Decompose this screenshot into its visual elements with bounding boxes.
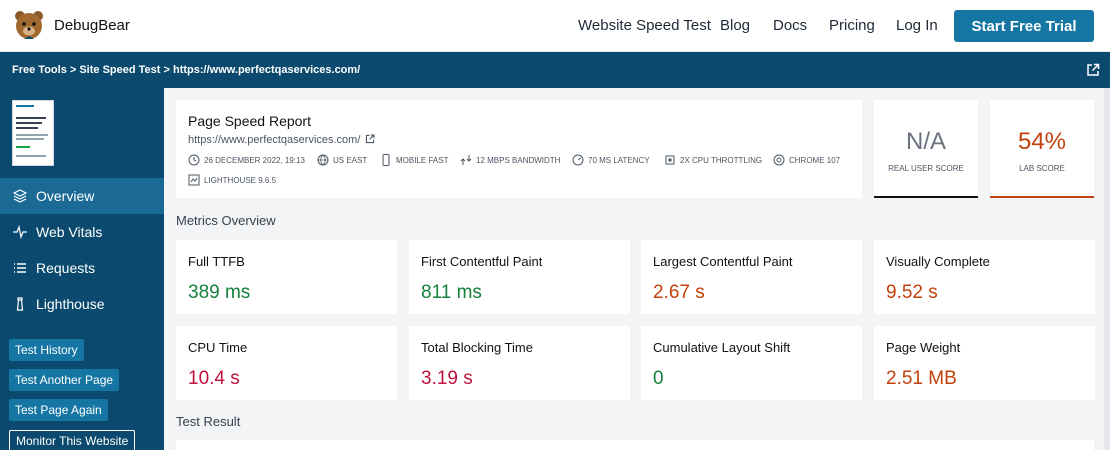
metric-card-page-weight[interactable]: Page Weight 2.51 MB	[874, 326, 1095, 400]
test-another-page-button[interactable]: Test Another Page	[9, 369, 120, 391]
breadcrumb[interactable]: Free Tools > Site Speed Test > https://w…	[12, 64, 360, 76]
external-link-icon[interactable]	[1086, 63, 1100, 77]
test-history-button[interactable]: Test History	[9, 339, 84, 361]
meta-test-date: 26 December 2022, 19:13	[188, 154, 305, 166]
nav-pricing[interactable]: Pricing	[829, 17, 875, 34]
real-user-score-value: N/A	[905, 128, 946, 155]
metric-label: Cumulative Layout Shift	[653, 340, 791, 355]
meta-cpu-throttling: 2x CPU Throttling	[664, 154, 762, 166]
report-url-text[interactable]: https://www.perfectqaservices.com/	[188, 134, 360, 146]
metric-card-cumulative-layout-shift[interactable]: Cumulative Layout Shift 0	[641, 326, 862, 400]
real-user-score-label: REAL USER SCORE	[888, 164, 964, 173]
sidebar-item-label: Lighthouse	[36, 296, 105, 312]
sidebar-item-web-vitals[interactable]: Web Vitals	[0, 214, 164, 250]
lighthouse-icon	[12, 296, 28, 312]
metric-value: 0	[653, 368, 664, 389]
sidebar-item-requests[interactable]: Requests	[0, 250, 164, 286]
page-screenshot-thumbnail	[12, 100, 54, 166]
test-page-again-button[interactable]: Test Page Again	[9, 399, 108, 421]
test-result-heading: Test Result	[176, 414, 241, 429]
metric-value: 10.4 s	[188, 368, 240, 389]
external-link-icon[interactable]	[365, 134, 375, 144]
lighthouse-report-icon	[188, 174, 200, 186]
bandwidth-icon	[460, 155, 472, 165]
list-icon	[12, 260, 28, 276]
pulse-icon	[12, 224, 28, 240]
start-free-trial-button[interactable]: Start Free Trial	[954, 10, 1094, 42]
gauge-icon	[572, 154, 584, 166]
mobile-icon	[382, 154, 390, 166]
metric-card-full-ttfb[interactable]: Full TTFB 389 ms	[176, 240, 397, 314]
page-scrollbar[interactable]	[1104, 88, 1110, 450]
meta-label: Lighthouse 9.6.5	[204, 175, 277, 185]
metric-label: First Contentful Paint	[421, 254, 543, 269]
sidebar-item-lighthouse[interactable]: Lighthouse	[0, 286, 164, 322]
top-navbar: DebugBear Website Speed Test Blog Docs P…	[0, 0, 1110, 52]
breadcrumb-bar: Free Tools > Site Speed Test > https://w…	[0, 52, 1110, 88]
lab-score-card[interactable]: 54% LAB SCORE	[990, 100, 1094, 198]
meta-label: 12 Mbps Bandwidth	[476, 155, 561, 165]
metric-label: CPU Time	[188, 340, 248, 355]
metric-card-first-contentful-paint[interactable]: First Contentful Paint 811 ms	[409, 240, 630, 314]
metric-value: 9.52 s	[886, 282, 938, 303]
nav-website-speed-test[interactable]: Website Speed Test	[578, 17, 711, 34]
lab-score-label: LAB SCORE	[1019, 164, 1065, 173]
nav-log-in[interactable]: Log In	[896, 17, 938, 34]
meta-label: 70 ms Latency	[588, 155, 650, 165]
metric-label: Page Weight	[886, 340, 961, 355]
meta-browser: Chrome 107	[773, 154, 840, 166]
page-title: Page Speed Report	[188, 113, 311, 129]
metric-label: Full TTFB	[188, 254, 245, 269]
meta-label: US East	[333, 155, 368, 165]
meta-device: Mobile Fast	[380, 154, 448, 166]
meta-location: US East	[317, 154, 367, 166]
report-url[interactable]: https://www.perfectqaservices.com/	[188, 134, 375, 146]
nav-blog[interactable]: Blog	[720, 17, 750, 34]
meta-label: 26 December 2022, 19:13	[204, 155, 305, 165]
metric-label: Largest Contentful Paint	[653, 254, 793, 269]
meta-latency: 70 ms Latency	[572, 154, 650, 166]
monitor-this-website-button[interactable]: Monitor This Website	[9, 430, 136, 450]
meta-bandwidth: 12 Mbps Bandwidth	[460, 154, 560, 166]
metric-value: 3.19 s	[421, 368, 473, 389]
clock-icon	[188, 154, 200, 166]
globe-icon	[317, 154, 329, 166]
metric-card-visually-complete[interactable]: Visually Complete 9.52 s	[874, 240, 1095, 314]
meta-label: Mobile Fast	[396, 155, 449, 165]
metric-value: 2.51 MB	[886, 368, 957, 389]
nav-docs[interactable]: Docs	[773, 17, 807, 34]
brand-name[interactable]: DebugBear	[54, 17, 130, 34]
chrome-icon	[773, 154, 785, 166]
lab-score-value: 54%	[1017, 128, 1067, 155]
meta-label: 2x CPU Throttling	[680, 155, 763, 165]
metric-card-total-blocking-time[interactable]: Total Blocking Time 3.19 s	[409, 326, 630, 400]
cpu-icon	[665, 155, 675, 165]
metric-label: Total Blocking Time	[421, 340, 533, 355]
meta-lighthouse-version: Lighthouse 9.6.5	[188, 174, 276, 186]
debugbear-logo[interactable]	[12, 8, 46, 42]
sidebar-item-overview[interactable]: Overview	[0, 178, 164, 214]
metrics-overview-heading: Metrics Overview	[176, 213, 276, 228]
metric-card-cpu-time[interactable]: CPU Time 10.4 s	[176, 326, 397, 400]
metric-value: 389 ms	[188, 282, 251, 303]
meta-label: Chrome 107	[789, 155, 841, 165]
metric-label: Visually Complete	[886, 254, 990, 269]
real-user-score-card[interactable]: N/A REAL USER SCORE	[874, 100, 978, 198]
metric-value: 811 ms	[421, 282, 482, 303]
metric-value: 2.67 s	[653, 282, 705, 303]
sidebar-item-label: Web Vitals	[36, 224, 103, 240]
sidebar-item-label: Requests	[36, 260, 96, 276]
sidebar-item-label: Overview	[36, 188, 95, 204]
sidebar: Overview Web Vitals Requests Lighthouse …	[0, 88, 164, 450]
test-result-card	[176, 440, 1094, 450]
page-speed-report-card: Page Speed Report https://www.perfectqas…	[176, 100, 862, 198]
metric-card-largest-contentful-paint[interactable]: Largest Contentful Paint 2.67 s	[641, 240, 862, 314]
layers-icon	[12, 188, 28, 204]
